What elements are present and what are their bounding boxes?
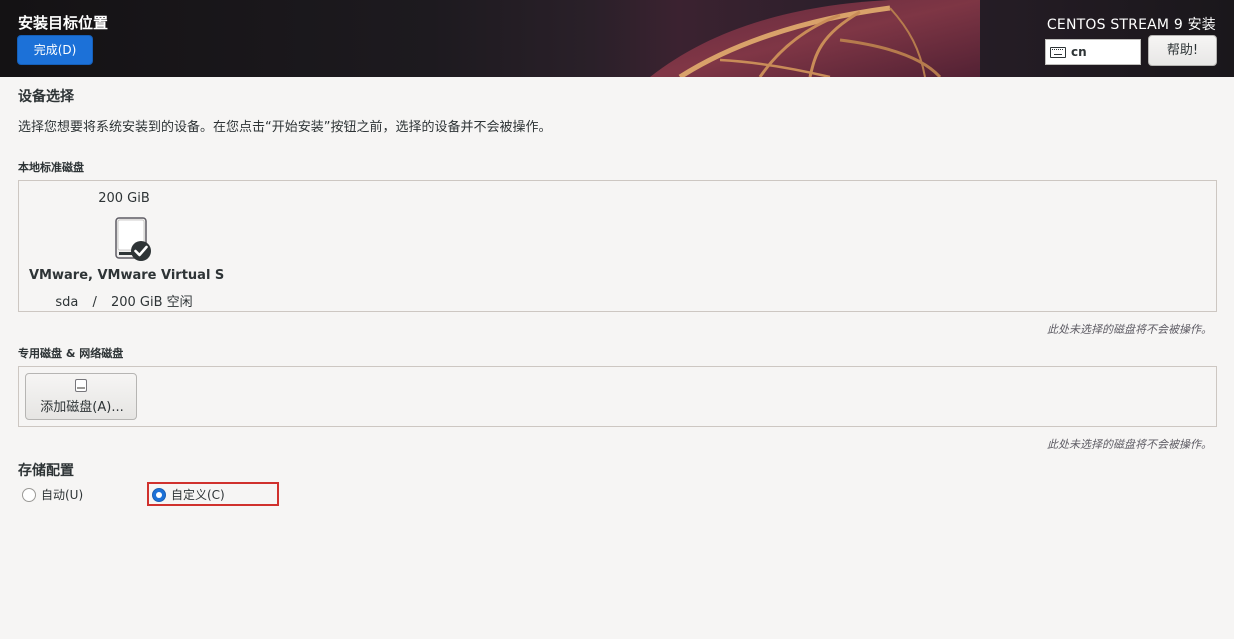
local-disks-note: 此处未选择的磁盘将不会被操作。 [1047,323,1212,336]
local-disks-heading: 本地标准磁盘 [18,161,84,174]
help-button[interactable]: 帮助! [1148,35,1217,66]
specialized-disks-panel: 添加磁盘(A)... [18,366,1217,427]
specialized-disks-heading: 专用磁盘 & 网络磁盘 [18,347,124,360]
header-artwork [650,0,980,77]
checkmark-icon [131,241,151,261]
specialized-disks-note: 此处未选择的磁盘将不会被操作。 [1047,438,1212,451]
page-title: 安装目标位置 [18,14,109,32]
radio-custom-indicator[interactable] [152,487,166,502]
disk-size: 200 GiB [98,191,150,206]
radio-automatic-label: 自动(U) [41,488,84,502]
disk-info: sda / 200 GiB 空闲 [29,291,219,310]
radio-custom-label: 自定义(C) [171,488,225,502]
disk-free-space: 200 GiB 空闲 [110,295,193,310]
keyboard-icon [1050,46,1066,58]
disk-info-separator: / [92,295,97,310]
add-disk-label: 添加磁盘(A)... [40,400,124,415]
keyboard-layout-label: cn [1071,45,1087,59]
storage-config-heading: 存储配置 [18,463,74,479]
header-bar: 安装目标位置 完成(D) CENTOS STREAM 9 安装 cn 帮助! [0,0,1234,77]
radio-automatic[interactable]: 自动(U) [22,486,83,503]
local-disks-panel: 200 GiB VMware, VMware Virtual S sda / 2… [18,180,1217,312]
device-selection-description: 选择您想要将系统安装到的设备。在您点击“开始安装”按钮之前，选择的设备并不会被操… [18,120,552,135]
radio-custom[interactable]: 自定义(C) [152,486,225,503]
harddisk-icon [115,217,151,261]
add-disk-button[interactable]: 添加磁盘(A)... [25,373,137,420]
disk-small-icon [75,379,87,392]
product-name: CENTOS STREAM 9 安装 [1046,17,1216,33]
disk-device: sda [55,295,79,310]
keyboard-layout-indicator[interactable]: cn [1045,39,1141,65]
radio-automatic-indicator[interactable] [22,487,36,502]
done-button[interactable]: 完成(D) [17,35,93,65]
disk-tile-sda[interactable]: 200 GiB VMware, VMware Virtual S sda / 2… [29,189,225,310]
disk-name: VMware, VMware Virtual S [29,268,225,283]
device-selection-heading: 设备选择 [18,89,74,105]
